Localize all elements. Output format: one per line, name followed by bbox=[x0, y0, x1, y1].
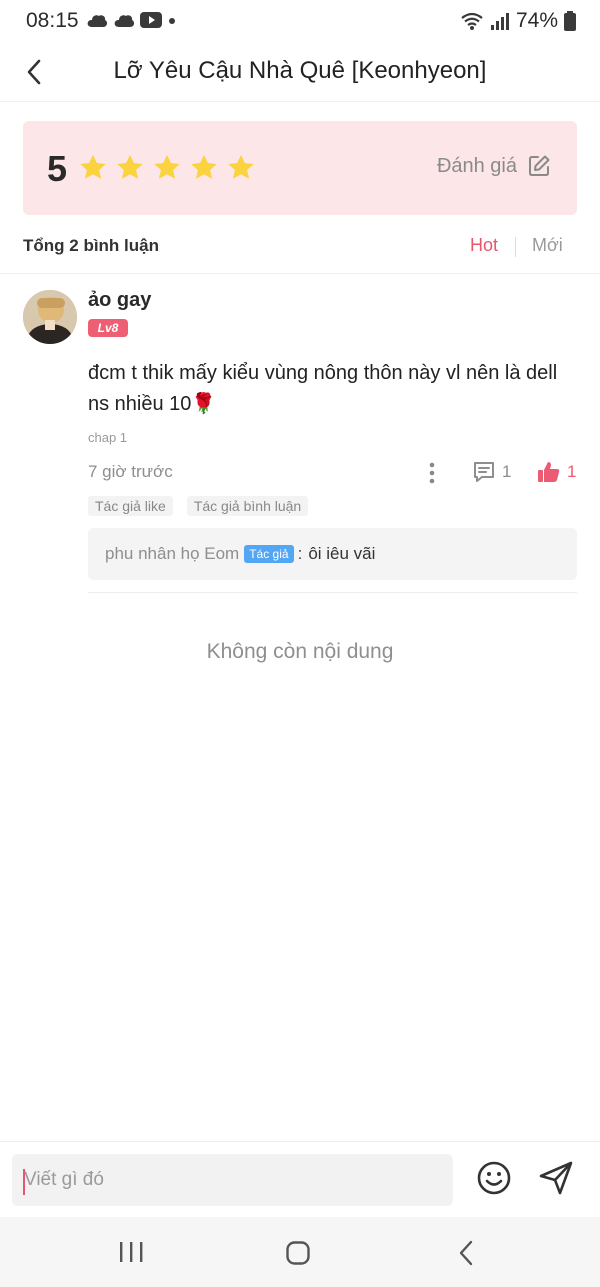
battery-percentage: 74% bbox=[515, 9, 558, 32]
sort-hot-tab[interactable]: Hot bbox=[470, 235, 498, 256]
sort-new-tab[interactable]: Mới bbox=[532, 235, 563, 256]
author-commented-tag: Tác giả bình luận bbox=[186, 496, 309, 516]
reply-preview[interactable]: phu nhân họ Eom Tác giả : ôi iêu vãi bbox=[88, 528, 577, 580]
signal-icon bbox=[490, 13, 509, 30]
send-icon bbox=[539, 1161, 573, 1195]
reply-button[interactable]: 1 bbox=[472, 460, 511, 484]
chapter-tag: chap 1 bbox=[88, 430, 128, 445]
rate-button[interactable]: Đánh giá bbox=[437, 154, 551, 178]
comment-text: đcm t thik mấy kiểu vùng nông thôn này v… bbox=[88, 362, 558, 415]
wifi-icon bbox=[461, 12, 483, 30]
dot-icon bbox=[169, 18, 175, 24]
youtube-icon bbox=[140, 12, 162, 28]
cloud-icon bbox=[87, 15, 108, 27]
user-avatar-image bbox=[23, 290, 77, 344]
no-more-content: Không còn nội dung bbox=[206, 640, 394, 663]
reply-count: 1 bbox=[502, 462, 512, 481]
star-icon bbox=[191, 154, 217, 179]
comment-username[interactable]: ảo gay bbox=[88, 289, 151, 312]
chevron-left-icon bbox=[459, 1240, 473, 1266]
star-icon bbox=[154, 154, 180, 179]
comment-input-bar bbox=[0, 1141, 600, 1217]
system-nav-bar bbox=[0, 1217, 600, 1287]
rating-card: 5 Đánh giá bbox=[23, 121, 577, 215]
status-notification-icons bbox=[86, 12, 177, 28]
smiley-icon bbox=[477, 1161, 511, 1195]
reply-username: phu nhân họ Eom bbox=[105, 544, 240, 563]
like-button[interactable]: 1 bbox=[537, 460, 576, 484]
more-options-button[interactable] bbox=[422, 460, 442, 486]
comment-input[interactable] bbox=[12, 1154, 453, 1206]
nav-back-button[interactable] bbox=[456, 1240, 476, 1266]
star-icon bbox=[228, 154, 254, 179]
recent-apps-icon bbox=[120, 1242, 143, 1262]
recent-apps-button[interactable] bbox=[118, 1241, 144, 1263]
battery-icon bbox=[564, 11, 576, 31]
comments-toolbar: Tổng 2 bình luận Hot Mới bbox=[0, 222, 600, 274]
app-header: Lỡ Yêu Cậu Nhà Quê [Keonhyeon] bbox=[0, 44, 600, 102]
cloud-icon bbox=[114, 15, 135, 27]
author-badge: Tác giả bbox=[244, 545, 294, 563]
like-count: 1 bbox=[567, 462, 577, 481]
comment-time: 7 giờ trước bbox=[88, 462, 173, 481]
reply-colon: : bbox=[297, 544, 303, 563]
reply-text: ôi iêu vãi bbox=[308, 544, 376, 563]
status-system-icons: 74% bbox=[460, 9, 576, 33]
thumbs-up-icon bbox=[538, 462, 560, 482]
star-icon bbox=[117, 154, 143, 179]
more-vertical-icon bbox=[429, 462, 435, 484]
level-badge: Lv8 bbox=[88, 319, 128, 337]
reply-content: phu nhân họ Eom Tác giả : ôi iêu vãi bbox=[105, 544, 375, 564]
author-liked-tag: Tác giả like bbox=[88, 496, 173, 516]
total-comments: Tổng 2 bình luận bbox=[23, 236, 159, 255]
home-icon bbox=[286, 1241, 310, 1265]
divider bbox=[88, 592, 577, 593]
star-icon bbox=[80, 154, 106, 179]
rating-score: 5 bbox=[47, 148, 68, 189]
page-title: Lỡ Yêu Cậu Nhà Quê [Keonhyeon] bbox=[113, 57, 487, 84]
home-button[interactable] bbox=[286, 1241, 310, 1265]
avatar[interactable] bbox=[23, 290, 77, 344]
text-caret bbox=[23, 1169, 25, 1195]
status-time: 08:15 bbox=[26, 9, 79, 32]
status-bar: 08:15 74% bbox=[0, 0, 600, 44]
comment-icon bbox=[474, 462, 494, 482]
rating-stars bbox=[78, 153, 256, 183]
rate-label: Đánh giá bbox=[436, 154, 517, 177]
send-button[interactable] bbox=[538, 1160, 574, 1196]
author-tags: Tác giả like Tác giả bình luận bbox=[88, 496, 309, 516]
edit-icon bbox=[529, 155, 550, 176]
sort-divider bbox=[515, 237, 516, 257]
emoji-button[interactable] bbox=[476, 1160, 512, 1196]
